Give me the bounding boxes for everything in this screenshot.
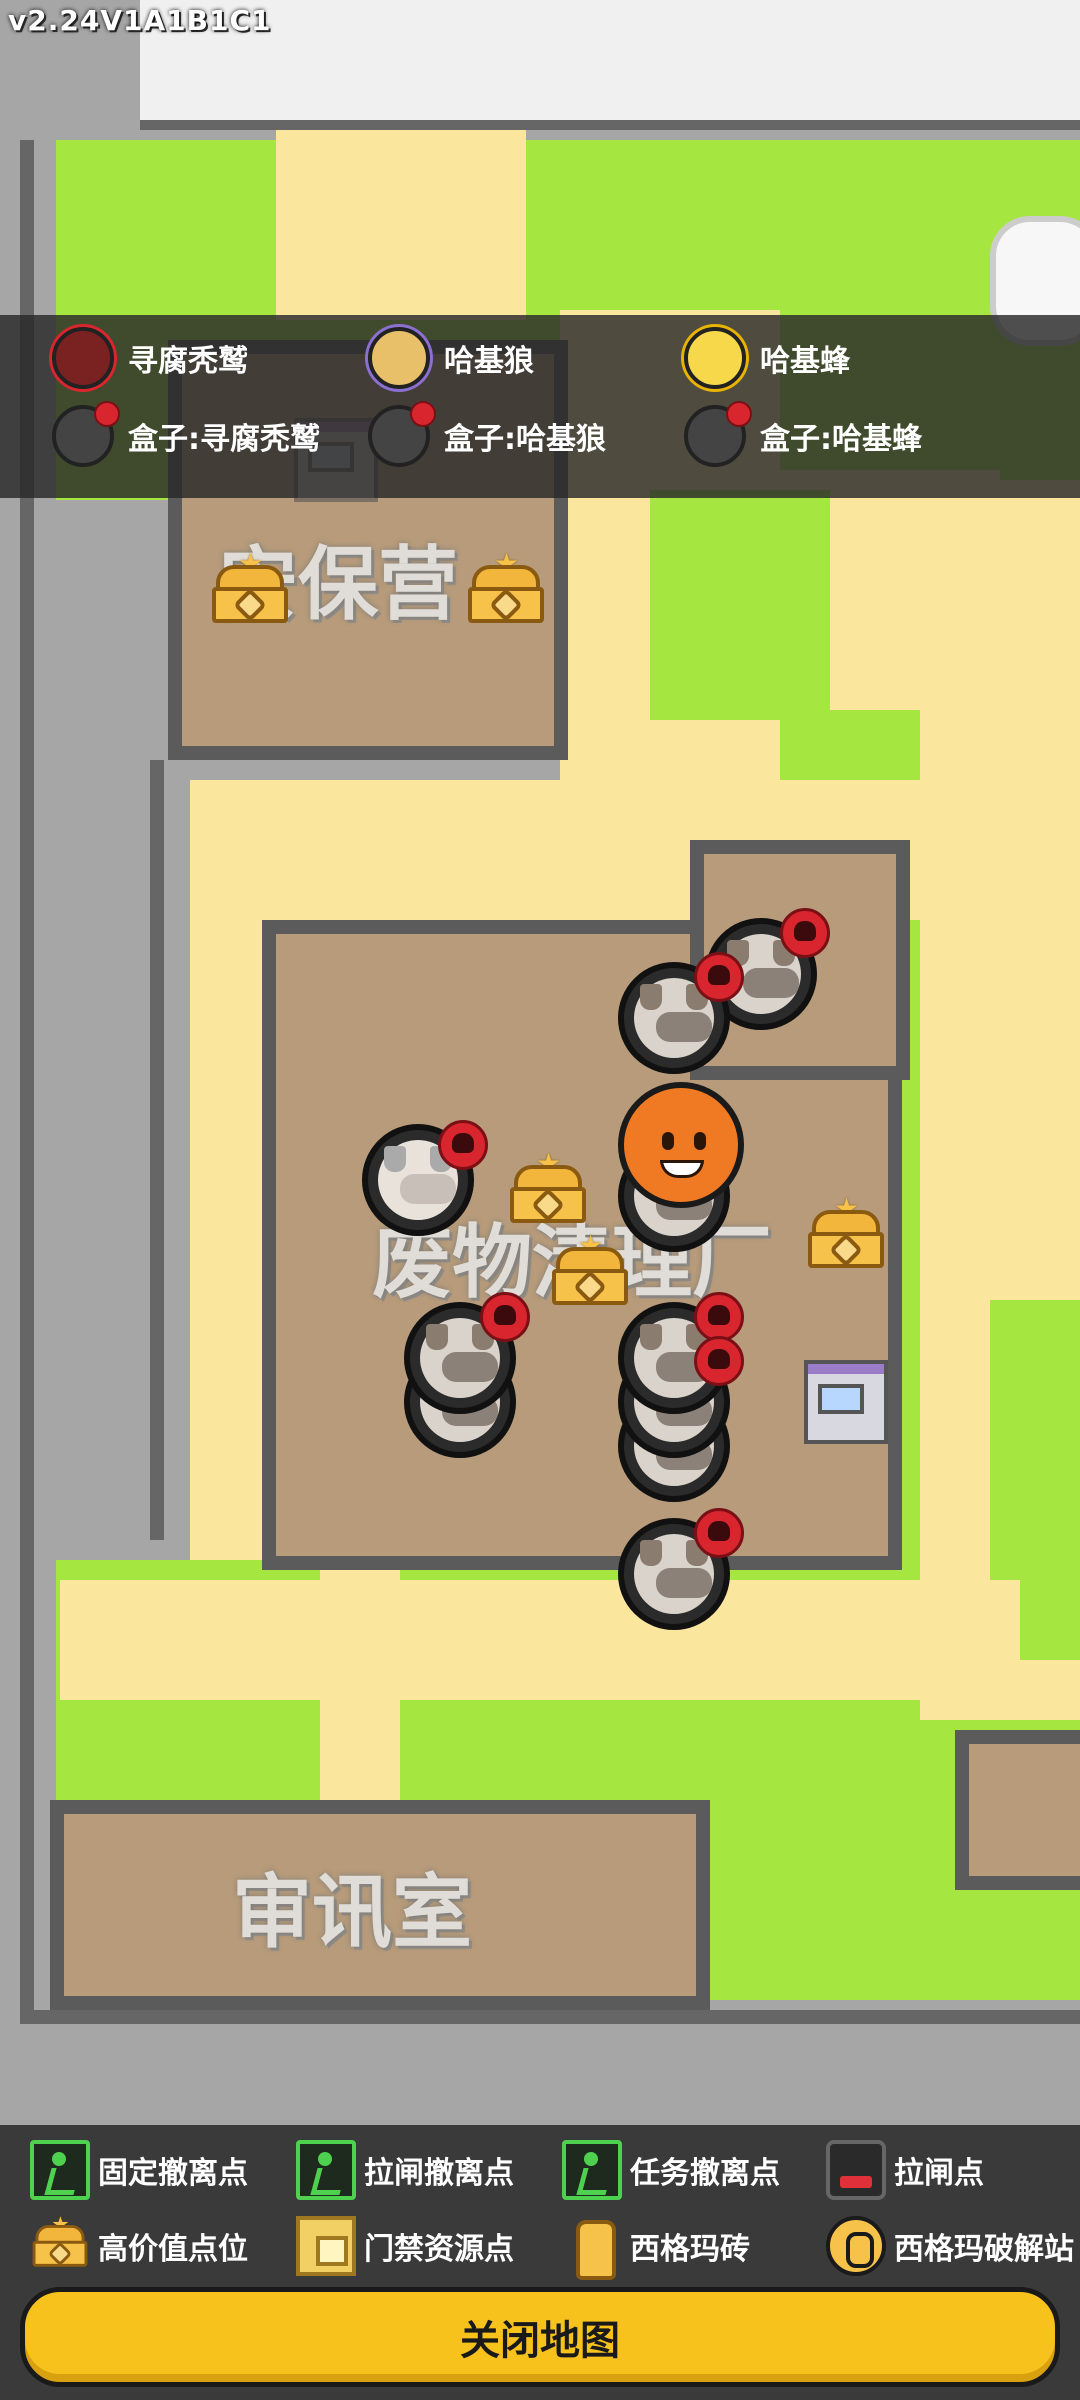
legend-bee-box: 盒子:哈基蜂: [684, 401, 922, 471]
skull-icon: [694, 952, 744, 1002]
top-inner-wall: [140, 120, 1080, 130]
legend-fixed-exit: 固定撤离点: [30, 2135, 248, 2205]
legend-sigma-brick: 西格玛砖: [562, 2211, 750, 2281]
sigma-crack-station-icon: [826, 2216, 886, 2276]
player-mouth: [660, 1160, 704, 1178]
switch-exit-icon: [296, 2140, 356, 2200]
high-value-chest-icon[interactable]: ★: [508, 1147, 588, 1225]
sigma-brick-icon: [562, 2216, 622, 2280]
legend-wolf: 哈基狼: [368, 323, 534, 393]
wolf-box-icon: [368, 401, 436, 467]
task-exit-icon: [562, 2140, 622, 2200]
legend-vulture-box: 盒子:寻腐秃鹫: [52, 401, 320, 471]
switch-point-icon: [826, 2140, 886, 2200]
legend-bee: 哈基蜂: [684, 323, 850, 393]
access-resource-icon: [296, 2216, 356, 2276]
legend-switch-exit: 拉闸撤离点: [296, 2135, 514, 2205]
area-label-interrogation-room: 审讯室: [232, 1866, 472, 1959]
left-inner-wall: [150, 760, 164, 1540]
player-eye: [694, 1132, 706, 1150]
skull-icon: [694, 1508, 744, 1558]
high-value-chest-icon[interactable]: ★: [466, 547, 546, 625]
skull-icon: [438, 1120, 488, 1170]
wolf-icon: [368, 327, 430, 389]
sand-path-bottom: [60, 1580, 1020, 1700]
skull-icon: [480, 1292, 530, 1342]
legend-sigma-crack-station: 西格玛破解站: [826, 2211, 1074, 2281]
bottom-outer-wall: [20, 2010, 1080, 2024]
player-avatar[interactable]: [618, 1082, 744, 1208]
high-value-chest-icon[interactable]: ★: [806, 1192, 886, 1270]
high-value-chest-icon: ★: [30, 2212, 90, 2276]
top-wall-area: [140, 0, 1080, 130]
legend-high-value: ★ 高价值点位: [30, 2211, 248, 2281]
close-map-button[interactable]: 关闭地图: [20, 2287, 1060, 2387]
enemy-legend-panel: 寻腐秃鹫 哈基狼 哈基蜂 盒子:寻腐秃鹫 盒子:哈基狼 盒子:哈基蜂: [0, 315, 1080, 498]
version-label: v2.24V1A1B1C1: [8, 4, 272, 37]
legend-vulture: 寻腐秃鹫: [52, 323, 248, 393]
vulture-icon: [52, 327, 114, 389]
grass-notch: [650, 490, 830, 720]
bottom-right-building: [955, 1730, 1080, 1890]
skull-icon: [694, 1292, 744, 1342]
skull-icon: [694, 1336, 744, 1386]
fixed-exit-icon: [30, 2140, 90, 2200]
access-resource-door-icon[interactable]: [804, 1360, 888, 1444]
legend-task-exit: 任务撤离点: [562, 2135, 780, 2205]
legend-switch-point: 拉闸点: [826, 2135, 984, 2205]
skull-icon: [780, 908, 830, 958]
high-value-chest-icon[interactable]: ★: [210, 547, 290, 625]
bee-icon: [684, 327, 746, 389]
high-value-chest-icon[interactable]: ★: [550, 1229, 630, 1307]
legend-access-resource: 门禁资源点: [296, 2211, 514, 2281]
sand-strip-top: [276, 120, 526, 320]
legend-wolf-box: 盒子:哈基狼: [368, 401, 606, 471]
player-eye: [662, 1132, 674, 1150]
vulture-box-icon: [52, 401, 120, 467]
bee-box-icon: [684, 401, 752, 467]
